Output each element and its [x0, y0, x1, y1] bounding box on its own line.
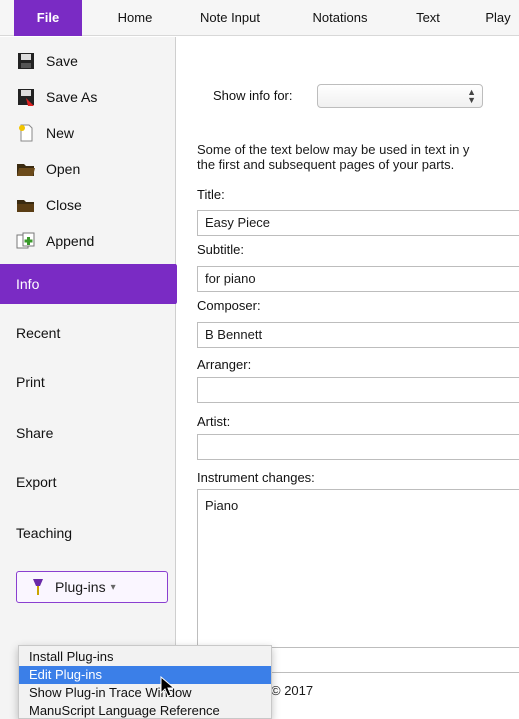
show-info-label: Show info for:	[213, 88, 293, 103]
ribbon-tab-bar: File Home Note Input Notations Text Play	[0, 0, 519, 36]
save-as-command[interactable]: Save As	[0, 79, 176, 115]
tab-note-input[interactable]: Note Input	[180, 0, 280, 36]
nav-info[interactable]: Info	[0, 264, 188, 304]
menu-item-show-trace-window[interactable]: Show Plug-in Trace Window	[19, 684, 271, 702]
save-icon	[16, 52, 36, 70]
nav-print[interactable]: Print	[0, 362, 176, 402]
instrument-changes-field[interactable]: Piano	[197, 489, 519, 649]
plugins-label: Plug-ins	[55, 579, 106, 595]
menu-item-install-plugins[interactable]: Install Plug-ins	[19, 648, 271, 666]
tab-home[interactable]: Home	[100, 0, 170, 36]
open-command[interactable]: Open	[0, 151, 176, 187]
plugins-dropdown-menu: Install Plug-ins Edit Plug-ins Show Plug…	[18, 645, 272, 719]
subtitle-field[interactable]: for piano	[197, 266, 519, 292]
open-label: Open	[46, 161, 81, 177]
show-info-select[interactable]: ▲ ▼	[317, 84, 483, 108]
new-command[interactable]: New	[0, 115, 176, 151]
tab-text[interactable]: Text	[398, 0, 458, 36]
arranger-label: Arranger:	[197, 357, 252, 372]
menu-item-manuscript-reference[interactable]: ManuScript Language Reference	[19, 702, 271, 719]
copyright-text: © 2017	[271, 683, 314, 698]
save-command[interactable]: Save	[0, 43, 176, 79]
info-description: Some of the text below may be used in te…	[197, 142, 519, 172]
plug-in-icon	[31, 578, 45, 596]
composer-field[interactable]: B Bennett	[197, 322, 519, 348]
artist-label: Artist:	[197, 414, 231, 429]
instrument-changes-label: Instrument changes:	[197, 470, 315, 485]
menu-item-edit-plugins[interactable]: Edit Plug-ins	[19, 666, 271, 684]
append-icon	[16, 232, 36, 250]
append-command[interactable]: Append	[0, 223, 176, 259]
description-line-2: the first and subsequent pages of your p…	[197, 157, 455, 172]
new-label: New	[46, 125, 75, 141]
append-label: Append	[46, 233, 95, 249]
arranger-field[interactable]	[197, 377, 519, 403]
nav-recent[interactable]: Recent	[0, 313, 176, 353]
composer-label: Composer:	[197, 298, 261, 313]
title-label: Title:	[197, 187, 225, 202]
nav-export[interactable]: Export	[0, 462, 176, 502]
save-label: Save	[46, 53, 78, 69]
save-as-icon	[16, 88, 36, 106]
tab-play[interactable]: Play	[468, 0, 519, 36]
chevron-down-icon: ▾	[110, 581, 116, 593]
select-arrows-icon: ▲ ▼	[467, 87, 476, 105]
backstage-sidebar: Save Save As New Open Close Append Info …	[0, 37, 188, 719]
description-line-1: Some of the text below may be used in te…	[197, 142, 470, 157]
subtitle-label: Subtitle:	[197, 242, 244, 257]
close-folder-icon	[16, 196, 36, 214]
info-panel: Show info for: ▲ ▼ Some of the text below…	[177, 37, 519, 719]
close-command[interactable]: Close	[0, 187, 176, 223]
new-file-icon	[16, 124, 36, 142]
title-field[interactable]: Easy Piece	[197, 210, 519, 236]
mouse-pointer-icon	[160, 675, 176, 698]
nav-share[interactable]: Share	[0, 413, 176, 453]
close-label: Close	[46, 197, 82, 213]
save-as-label: Save As	[46, 89, 98, 105]
artist-field[interactable]	[197, 434, 519, 460]
tab-notations[interactable]: Notations	[292, 0, 388, 36]
tab-file[interactable]: File	[14, 0, 82, 36]
open-folder-icon	[16, 160, 36, 178]
nav-teaching[interactable]: Teaching	[0, 513, 176, 553]
plugins-menu-button[interactable]: Plug-ins ▾	[16, 571, 168, 603]
